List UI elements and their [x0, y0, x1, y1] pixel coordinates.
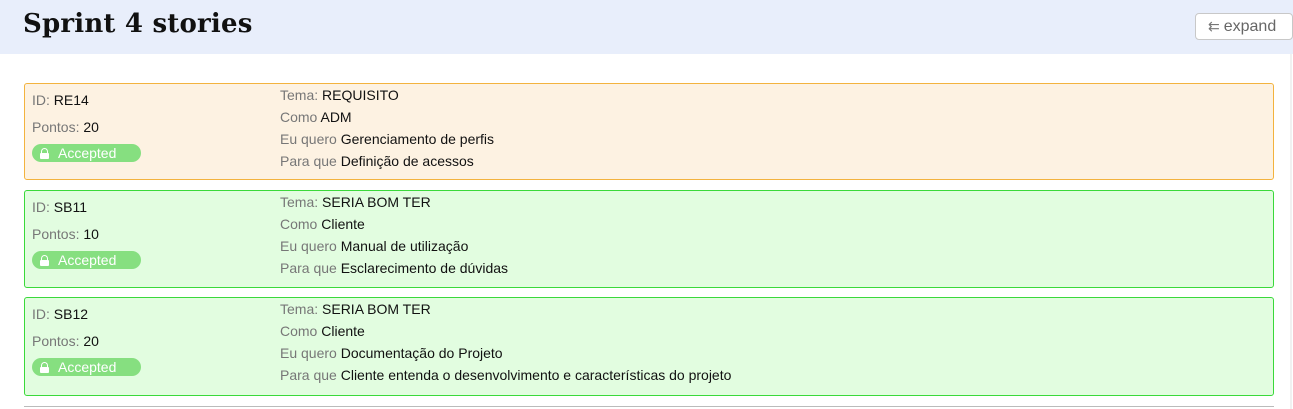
expand-button[interactable]: ⇇ expand [1195, 13, 1293, 40]
lock-icon [40, 148, 49, 159]
story-tema: Tema: SERIA BOM TER [280, 194, 431, 210]
story-como: Como Cliente [280, 323, 365, 339]
story-card[interactable]: ID: SB12 Pontos: 20 Accepted Tema: SERIA… [24, 297, 1274, 396]
status-badge: Accepted [32, 358, 141, 376]
story-como: Como ADM [280, 109, 352, 125]
page-header: Sprint 4 stories ⇇ expand [0, 0, 1293, 54]
lock-icon [40, 362, 49, 373]
story-tema: Tema: SERIA BOM TER [280, 301, 431, 317]
story-eu-quero: Eu quero Gerenciamento de perfis [280, 131, 495, 147]
expand-icon: ⇇ [1208, 18, 1220, 34]
divider [24, 406, 1274, 407]
story-card[interactable]: ID: RE14 Pontos: 20 Accepted Tema: REQUI… [24, 83, 1274, 180]
expand-label: expand [1223, 18, 1277, 35]
story-como: Como Cliente [280, 216, 365, 232]
story-points: Pontos: 10 [32, 226, 99, 242]
status-badge: Accepted [32, 144, 141, 162]
story-id: ID: SB11 [32, 199, 87, 215]
story-id: ID: RE14 [32, 92, 89, 108]
story-tema: Tema: REQUISITO [280, 87, 399, 103]
scrollbar[interactable] [1290, 54, 1292, 409]
story-card[interactable]: ID: SB11 Pontos: 10 Accepted Tema: SERIA… [24, 190, 1274, 288]
story-eu-quero: Eu quero Documentação do Projeto [280, 345, 503, 361]
story-points: Pontos: 20 [32, 119, 99, 135]
story-para-que: Para que Definição de acessos [280, 153, 474, 169]
story-eu-quero: Eu quero Manual de utilização [280, 238, 469, 254]
story-para-que: Para que Cliente entenda o desenvolvimen… [280, 367, 732, 383]
story-points: Pontos: 20 [32, 333, 99, 349]
story-id: ID: SB12 [32, 306, 89, 322]
story-para-que: Para que Esclarecimento de dúvidas [280, 260, 509, 276]
status-badge: Accepted [32, 251, 141, 269]
page-title: Sprint 4 stories [23, 9, 253, 39]
lock-icon [40, 255, 49, 266]
